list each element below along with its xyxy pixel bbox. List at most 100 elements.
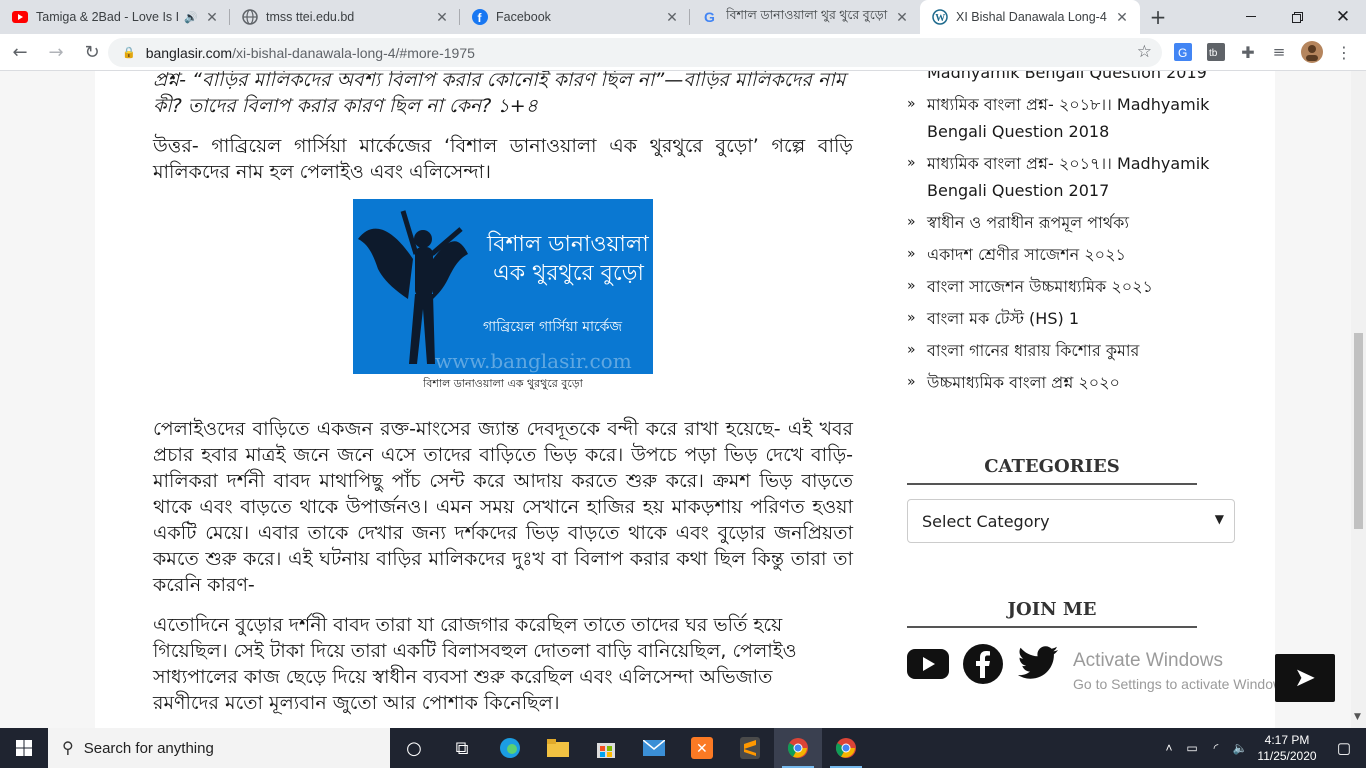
close-tab-icon[interactable]: ✕ — [1114, 9, 1130, 25]
recent-post-link[interactable]: » মাধ্যমিক বাংলা প্রশ্ন- ২০১৮।। Madhyamik… — [907, 91, 1237, 145]
browser-tab-facebook[interactable]: f Facebook ✕ — [460, 0, 690, 34]
recent-post-label: মাধ্যমিক বাংলা প্রশ্ন- ২০১৮।। Madhyamik … — [927, 95, 1210, 141]
close-tab-icon[interactable]: ✕ — [664, 9, 680, 25]
recent-posts-list: Madhyamik Bengali Question 2019 » মাধ্যমি… — [907, 71, 1237, 396]
recent-post-link[interactable]: » বাংলা সাজেশন উচ্চমাধ্যমিক ২০২১ — [907, 273, 1237, 300]
facebook-icon[interactable] — [963, 644, 1003, 688]
sublime-text-icon[interactable] — [726, 728, 774, 768]
close-tab-icon[interactable]: ✕ — [894, 9, 910, 25]
winged-figure-silhouette — [358, 210, 468, 364]
recent-post-link[interactable]: » বাংলা মক টেস্ট (HS) 1 — [907, 305, 1237, 332]
close-window-button[interactable]: ✕ — [1320, 0, 1366, 34]
browser-tab-youtube[interactable]: Tamiga & 2Bad - Love Is In 🔊 ✕ — [0, 0, 230, 34]
recent-post-label: মাধ্যমিক বাংলা প্রশ্ন- ২০১৭।। Madhyamik … — [927, 154, 1210, 200]
speaker-icon[interactable]: 🔊 — [184, 11, 198, 24]
recent-post-label: বাংলা সাজেশন উচ্চমাধ্যমিক ২০২১ — [927, 277, 1153, 296]
bullet-icon: » — [907, 278, 916, 294]
join-me-title: JOIN ME — [907, 599, 1197, 628]
twitter-icon[interactable] — [1017, 646, 1059, 686]
scroll-down-arrow-icon[interactable]: ▼ — [1354, 712, 1361, 722]
edge-icon[interactable] — [486, 728, 534, 768]
scroll-to-top-button[interactable]: ➤ — [1275, 654, 1335, 702]
volume-icon[interactable]: 🔈 — [1228, 741, 1252, 755]
image-caption: বিশাল ডানাওয়ালা এক থুরথুরে বুড়ো — [423, 377, 583, 390]
wifi-icon[interactable]: ◜ — [1204, 741, 1228, 755]
browser-tab-google[interactable]: G বিশাল ডানাওয়ালা থুর থুরে বুড়ো ✕ — [690, 0, 920, 34]
svg-text:G: G — [1178, 46, 1187, 60]
svg-text:✕: ✕ — [696, 741, 708, 757]
battery-icon[interactable]: ▭ — [1180, 741, 1204, 755]
bookmark-star-icon[interactable]: ☆ — [1137, 42, 1152, 62]
chrome-menu-icon[interactable]: ⋮ — [1333, 41, 1355, 63]
svg-text:tb: tb — [1209, 48, 1218, 59]
bullet-icon: » — [907, 214, 916, 230]
url-path: /xi-bishal-danawala-long-4/#more-1975 — [232, 44, 475, 61]
clock[interactable]: 4:17 PM 11/25/2020 — [1252, 732, 1322, 764]
web-page: প্রশ্ন- “বাড়ির মালিকদের অবশ্য বিলাপ করা… — [0, 71, 1351, 728]
article-paragraph-2: এতোদিনে বুড়োর দর্শনী বাবদ তারা যা রোজগা… — [153, 614, 797, 714]
search-icon: ⚲ — [62, 740, 74, 757]
youtube-icon — [12, 9, 28, 25]
extensions-puzzle-icon[interactable]: ✚ — [1237, 41, 1259, 63]
taskbar-search-placeholder: Search for anything — [83, 739, 214, 757]
browser-tab-active[interactable]: W XI Bishal Danawala Long-4 - Ba ✕ — [920, 0, 1140, 34]
notifications-icon[interactable]: ▢ — [1322, 739, 1366, 757]
bullet-icon: » — [907, 96, 916, 112]
clock-time: 4:17 PM — [1264, 733, 1310, 747]
recent-post-link[interactable]: » স্বাধীন ও পরাধীন রূপমূল পার্থক্য — [907, 209, 1237, 236]
browser-tab-tmss[interactable]: tmss ttei.edu.bd ✕ — [230, 0, 460, 34]
new-tab-button[interactable]: + — [1140, 0, 1176, 34]
start-button[interactable] — [0, 728, 48, 768]
reload-icon[interactable]: ↻ — [76, 36, 108, 68]
sidebar: Madhyamik Bengali Question 2019 » মাধ্যমি… — [907, 71, 1237, 688]
lock-icon[interactable]: 🔒 — [122, 46, 136, 59]
recent-post-link[interactable]: » মাধ্যমিক বাংলা প্রশ্ন- ২০১৭।। Madhyamik… — [907, 150, 1237, 204]
cortana-icon[interactable]: ○ — [390, 728, 438, 768]
address-bar[interactable]: 🔒 banglasir.com/xi-bishal-danawala-long-… — [108, 38, 1162, 67]
page-content: প্রশ্ন- “বাড়ির মালিকদের অবশ্য বিলাপ করা… — [95, 71, 1275, 728]
tab-title: tmss ttei.edu.bd — [266, 10, 355, 24]
article-body: প্রশ্ন- “বাড়ির মালিকদের অবশ্য বিলাপ করা… — [153, 71, 853, 716]
taskbar-search-box[interactable]: ⚲ Search for anything — [48, 728, 390, 768]
featured-image[interactable]: বিশাল ডানাওয়ালা এক থুরথুরে বুড়ো গাব্রি… — [353, 199, 653, 374]
back-arrow-icon[interactable]: ← — [4, 36, 36, 68]
recent-post-link[interactable]: » উচ্চমাধ্যমিক বাংলা প্রশ্ন ২০২০ — [907, 369, 1237, 396]
tab-title: Facebook — [496, 10, 551, 24]
xampp-icon[interactable]: ✕ — [678, 728, 726, 768]
chrome-icon[interactable] — [822, 728, 870, 768]
image-author: গাব্রিয়েল গার্সিয়া মার্কেজ — [483, 319, 622, 335]
bullet-icon: » — [907, 155, 916, 171]
translate-icon[interactable]: G — [1172, 41, 1194, 63]
task-view-icon[interactable]: ⧉ — [438, 728, 486, 768]
category-select-value: Select Category — [922, 511, 1050, 531]
mail-icon[interactable] — [630, 728, 678, 768]
minimize-button-2[interactable] — [1228, 0, 1274, 34]
recent-post-link[interactable]: » একাদশ শ্রেণীর সাজেশন ২০২১ — [907, 241, 1237, 268]
tab-title: বিশাল ডানাওয়ালা থুর থুরে বুড়ো — [726, 8, 888, 22]
chevron-up-icon[interactable]: ˄ — [1158, 741, 1180, 755]
recent-post-link[interactable]: » বাংলা গানের ধারায় কিশোর কুমার — [907, 337, 1237, 364]
profile-avatar[interactable] — [1301, 41, 1323, 63]
chrome-icon-active[interactable] — [774, 728, 822, 768]
question-text: প্রশ্ন- “বাড়ির মালিকদের অবশ্য বিলাপ করা… — [153, 71, 846, 117]
restore-button[interactable] — [1274, 0, 1320, 34]
browser-toolbar: ← → ↻ 🔒 banglasir.com/xi-bishal-danawala… — [0, 34, 1366, 71]
scrollbar-thumb[interactable] — [1354, 333, 1363, 529]
bullet-icon: » — [907, 310, 916, 326]
activate-windows-subtitle: Go to Settings to activate Windows. — [1073, 676, 1294, 692]
recent-post-label: স্বাধীন ও পরাধীন রূপমূল পার্থক্য — [927, 213, 1130, 232]
globe-icon — [242, 9, 258, 25]
media-queue-icon[interactable]: ≡ — [1268, 41, 1290, 63]
recent-post-label: উচ্চমাধ্যমিক বাংলা প্রশ্ন ২০২০ — [927, 373, 1120, 392]
bullet-icon: » — [907, 342, 916, 358]
close-tab-icon[interactable]: ✕ — [204, 9, 220, 25]
close-tab-icon[interactable]: ✕ — [434, 9, 450, 25]
category-select[interactable]: Select Category ▼ — [907, 499, 1235, 543]
forward-arrow-icon[interactable]: → — [40, 36, 72, 68]
file-explorer-icon[interactable] — [534, 728, 582, 768]
store-icon[interactable] — [582, 728, 630, 768]
page-scrollbar[interactable]: ▼ — [1351, 71, 1366, 728]
youtube-icon[interactable] — [907, 649, 949, 683]
extension-tb-icon[interactable]: tb — [1205, 41, 1227, 63]
recent-post-link[interactable]: Madhyamik Bengali Question 2019 — [907, 71, 1237, 86]
